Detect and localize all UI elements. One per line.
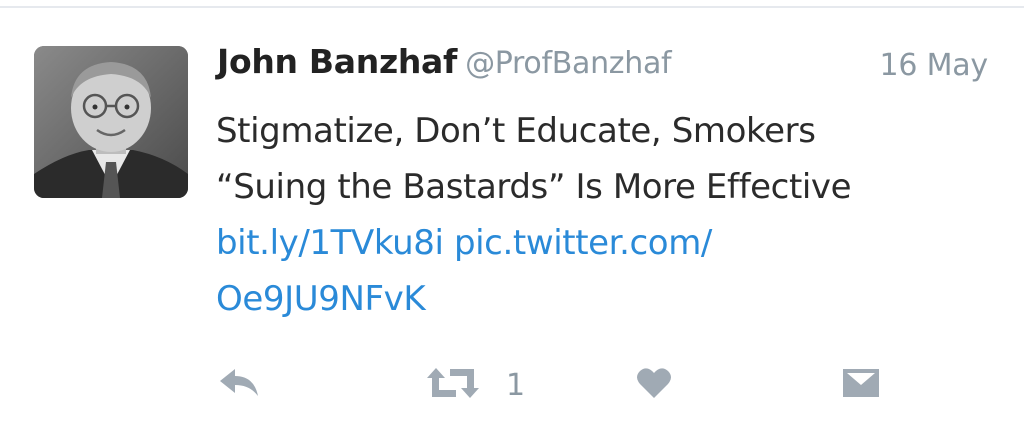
pic-link[interactable]: pic.twitter.com/ [454, 223, 712, 263]
tweet-date[interactable]: 16 May [879, 48, 988, 83]
tweet-text: Stigmatize, Don’t Educate, Smokers “Suin… [216, 103, 996, 327]
tweet-actions: 1 [0, 360, 1024, 410]
divider [0, 6, 1024, 8]
reply-button[interactable] [218, 360, 262, 410]
reply-icon [218, 366, 262, 405]
tweet-link-line: bit.ly/1TVku8i pic.twitter.com/ [216, 215, 996, 271]
tweet-link-line: Oe9JU9NFvK [216, 271, 996, 327]
retweet-button[interactable]: 1 [426, 360, 525, 410]
heart-icon [636, 367, 672, 404]
avatar[interactable] [34, 46, 188, 198]
direct-message-button[interactable] [842, 360, 880, 410]
tweet-text-line: Stigmatize, Don’t Educate, Smokers [216, 111, 816, 151]
short-link[interactable]: bit.ly/1TVku8i [216, 223, 444, 263]
pic-link-continued[interactable]: Oe9JU9NFvK [216, 279, 426, 319]
tweet-text-line: “Suing the Bastards” Is More Effective [216, 167, 852, 207]
author-handle[interactable]: @ProfBanzhaf [465, 46, 672, 81]
tweet-header: John Banzhaf @ProfBanzhaf [217, 42, 672, 98]
envelope-icon [842, 368, 880, 403]
like-button[interactable] [636, 360, 672, 410]
author-name[interactable]: John Banzhaf [217, 42, 457, 81]
tweet-card[interactable]: John Banzhaf @ProfBanzhaf 16 May Stigmati… [0, 0, 1024, 430]
retweet-count: 1 [506, 367, 526, 403]
retweet-icon [426, 366, 480, 405]
